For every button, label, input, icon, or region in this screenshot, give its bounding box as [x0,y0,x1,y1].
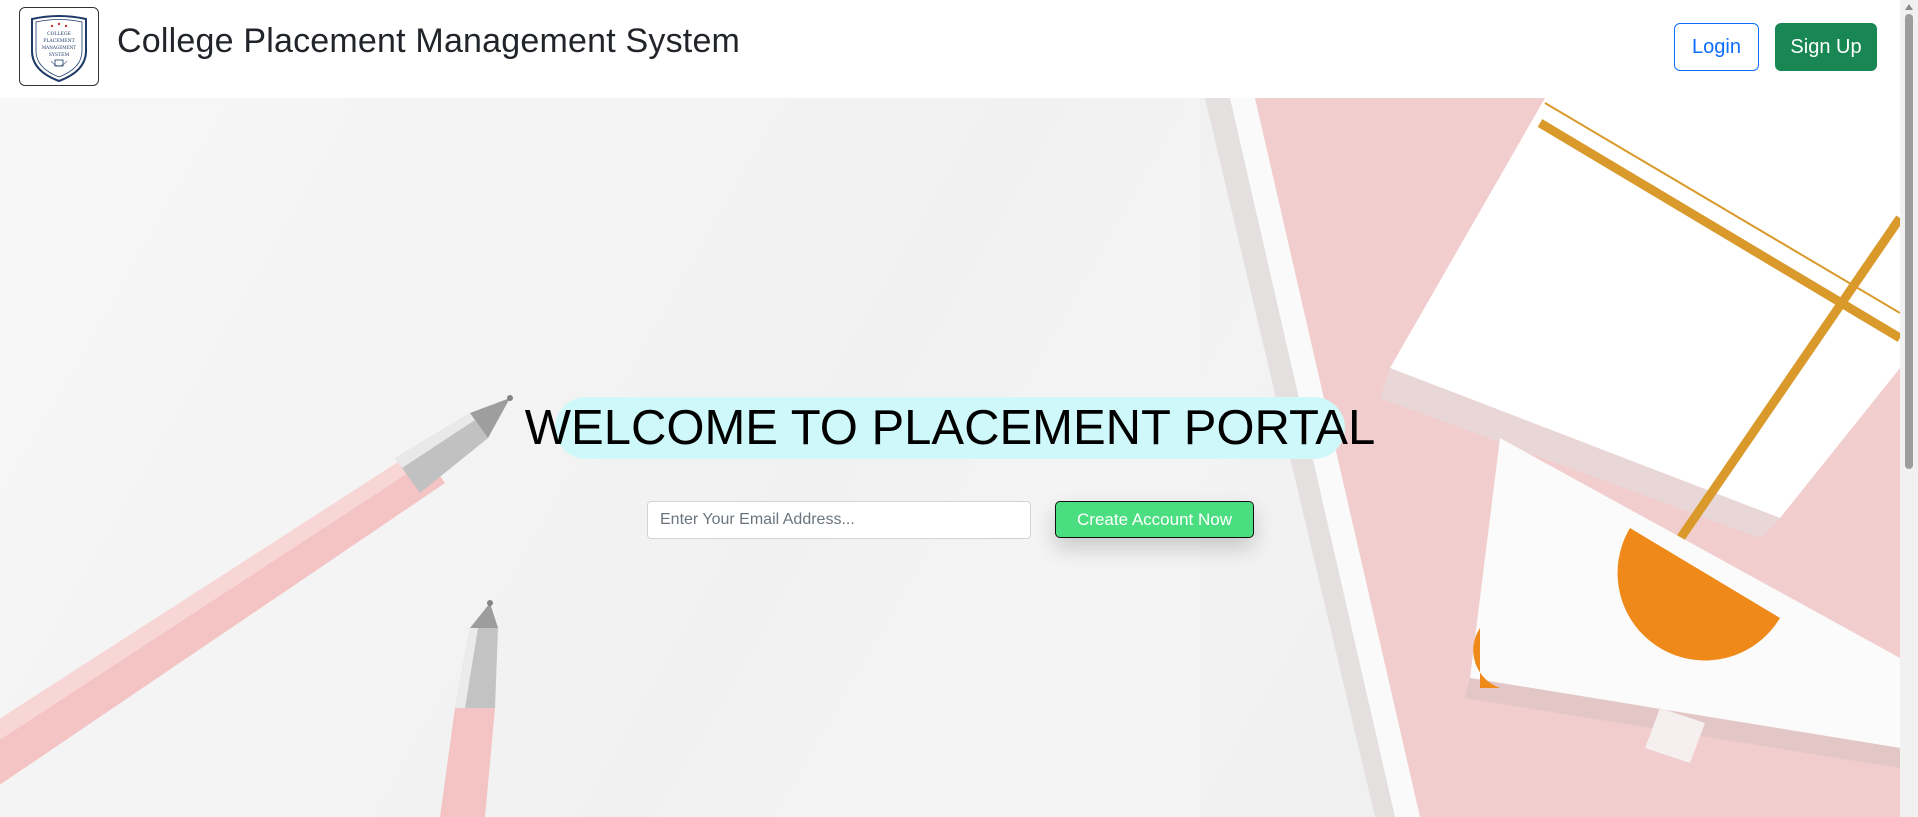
navbar: COLLEGE PLACEMENT MANAGEMENT SYSTEM Coll… [0,0,1900,98]
site-title: College Placement Management System [117,22,741,60]
vertical-scrollbar[interactable] [1900,0,1918,817]
scrollbar-thumb[interactable] [1905,14,1913,469]
signup-button[interactable]: Sign Up [1775,23,1877,71]
logo-line-3: MANAGEMENT [42,45,76,50]
create-account-button[interactable]: Create Account Now [1055,501,1254,538]
email-input[interactable] [647,501,1031,539]
welcome-heading: WELCOME TO PLACEMENT PORTAL [525,397,1375,459]
logo-line-2: PLACEMENT [43,38,75,44]
hero-section: WELCOME TO PLACEMENT PORTAL Create Accou… [0,98,1900,817]
scroll-up-arrow-icon[interactable] [1905,4,1913,10]
login-button[interactable]: Login [1674,23,1759,71]
college-logo-icon[interactable]: COLLEGE PLACEMENT MANAGEMENT SYSTEM [19,7,99,86]
logo-line-1: COLLEGE [47,31,71,37]
logo-line-4: SYSTEM [49,52,70,58]
crest-shield-icon: COLLEGE PLACEMENT MANAGEMENT SYSTEM [31,14,87,82]
